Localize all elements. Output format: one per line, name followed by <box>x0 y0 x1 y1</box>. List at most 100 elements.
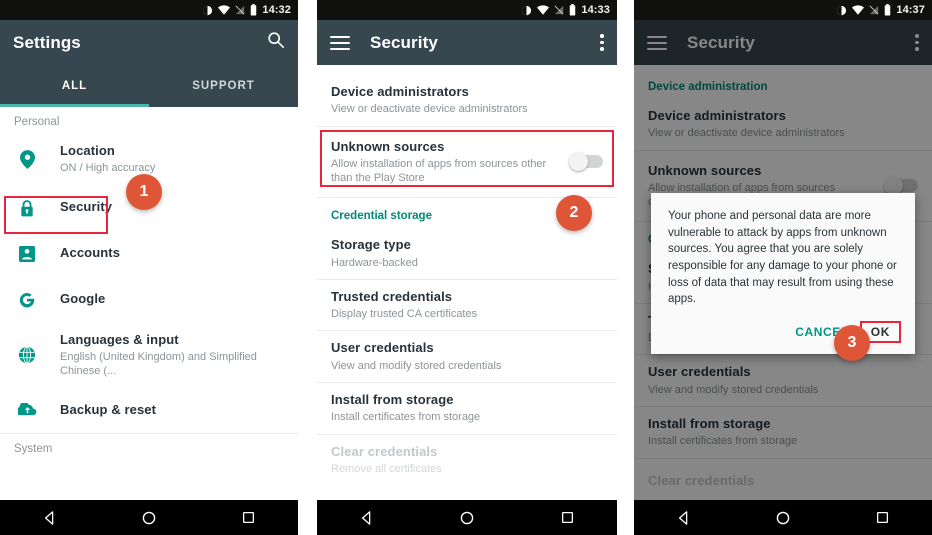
step-badge-2: 2 <box>556 195 592 231</box>
list-item-clear-credentials: Clear credentials Remove all certificate… <box>317 435 617 486</box>
list-item-text: Backup & reset <box>60 402 284 418</box>
list-item-text: Clear credentials Remove all certificate… <box>331 444 603 477</box>
battery-icon <box>251 4 257 16</box>
globe-icon <box>14 346 40 364</box>
list-item-accounts[interactable]: Accounts <box>0 231 298 277</box>
tab-bar: ALL SUPPORT <box>0 65 298 107</box>
list-item-subtitle: View and modify stored credentials <box>331 359 502 372</box>
settings-list: Personal Location ON / High accuracy Sec… <box>0 107 298 462</box>
tab-all[interactable]: ALL <box>0 65 149 107</box>
cloud-upload-icon <box>14 403 40 417</box>
back-triangle-icon[interactable] <box>43 510 57 525</box>
back-triangle-icon[interactable] <box>677 510 691 525</box>
section-header-system: System <box>14 443 53 456</box>
list-item-google[interactable]: Google <box>0 277 298 323</box>
recents-square-icon[interactable] <box>242 511 255 524</box>
wifi-icon <box>218 5 231 15</box>
status-bar: 14:37 <box>634 0 932 20</box>
list-item-subtitle: English (United Kingdom) and Simplified … <box>60 350 257 378</box>
list-item-trusted-credentials[interactable]: Trusted credentials Display trusted CA c… <box>317 280 617 331</box>
security-list: Device administrators View or deactivate… <box>317 65 617 486</box>
step-badge-3: 3 <box>834 325 870 361</box>
list-item-title: Install from storage <box>331 392 454 408</box>
recents-square-icon[interactable] <box>561 511 574 524</box>
unknown-sources-toggle[interactable] <box>569 152 603 172</box>
signal-off-icon <box>869 5 879 15</box>
list-item-subtitle: ON / High accuracy <box>60 162 156 175</box>
home-circle-icon[interactable] <box>776 511 790 525</box>
list-item-text: Security <box>60 199 284 215</box>
list-item-title: Google <box>60 291 106 307</box>
app-bar-title: Settings <box>13 32 81 52</box>
list-item-subtitle: View or deactivate device administrators <box>331 103 528 116</box>
lock-icon <box>14 199 40 217</box>
navigation-bar <box>317 500 617 535</box>
list-item-user-credentials[interactable]: User credentials View and modify stored … <box>317 331 617 382</box>
app-bar: Settings <box>0 20 298 65</box>
recents-square-icon[interactable] <box>876 511 889 524</box>
section-header-personal: Personal <box>14 116 60 128</box>
dnd-icon <box>203 5 213 15</box>
battery-icon <box>570 4 576 16</box>
toggle-knob <box>569 152 588 172</box>
navigation-bar <box>0 500 298 535</box>
dnd-icon <box>837 5 847 15</box>
list-item-title: Languages & input <box>60 331 179 347</box>
overflow-menu-icon[interactable] <box>600 31 604 54</box>
list-item-subtitle: Hardware-backed <box>331 256 418 269</box>
list-item-backup-reset[interactable]: Backup & reset <box>0 387 298 433</box>
navigation-bar <box>634 500 932 535</box>
list-item-text: Google <box>60 291 284 307</box>
list-item-text: Install from storage Install certificate… <box>331 392 603 425</box>
phone-panel-security: 14:33 Security Device administrators Vie… <box>317 0 617 535</box>
app-bar-title: Security <box>370 32 438 52</box>
hamburger-icon[interactable] <box>330 32 350 54</box>
list-item-text: Languages & input English (United Kingdo… <box>60 332 284 379</box>
signal-off-icon <box>554 5 564 15</box>
list-item-unknown-sources[interactable]: Unknown sources Allow installation of ap… <box>317 127 617 198</box>
list-item-title: Device administrators <box>331 84 469 99</box>
dialog-message: Your phone and personal data are more vu… <box>668 210 897 306</box>
three-panel-tutorial-screenshot: 14:32 Settings ALL SUPPORT Personal Loca… <box>0 0 932 535</box>
status-bar: 14:33 <box>317 0 617 20</box>
list-item-title: Storage type <box>331 237 411 253</box>
status-bar-clock: 14:37 <box>896 3 925 16</box>
home-circle-icon[interactable] <box>142 511 156 525</box>
wifi-icon <box>537 5 550 15</box>
unknown-sources-warning-dialog: Your phone and personal data are more vu… <box>651 193 915 355</box>
list-item-text: User credentials View and modify stored … <box>331 340 603 373</box>
list-item-text: Device administrators View or deactivate… <box>331 84 603 117</box>
location-pin-icon <box>14 149 40 169</box>
list-item-text: Accounts <box>60 245 284 261</box>
phone-panel-settings: 14:32 Settings ALL SUPPORT Personal Loca… <box>0 0 298 535</box>
list-item-text: Unknown sources Allow installation of ap… <box>331 139 561 186</box>
list-item-text: Location ON / High accuracy <box>60 143 284 176</box>
list-item-device-administrators[interactable]: Device administrators View or deactivate… <box>317 75 617 126</box>
list-item-subtitle: Display trusted CA certificates <box>331 308 478 321</box>
list-item-title: Backup & reset <box>60 402 157 418</box>
dnd-icon <box>522 5 532 15</box>
signal-off-icon <box>235 5 245 15</box>
list-item-languages-input[interactable]: Languages & input English (United Kingdo… <box>0 323 298 388</box>
battery-icon <box>885 4 891 16</box>
list-item-subtitle: Remove all certificates <box>331 462 442 475</box>
list-item-title: User credentials <box>331 340 434 356</box>
search-icon[interactable] <box>267 31 285 54</box>
phone-panel-security-dialog: 14:37 Security Device administration Dev… <box>634 0 932 535</box>
list-item-title: Security <box>60 199 113 215</box>
status-bar: 14:32 <box>0 0 298 20</box>
list-item-title: Unknown sources <box>331 138 445 154</box>
tab-support[interactable]: SUPPORT <box>149 65 298 107</box>
list-item-text: Trusted credentials Display trusted CA c… <box>331 289 603 322</box>
list-item-storage-type[interactable]: Storage type Hardware-backed <box>317 228 617 279</box>
home-circle-icon[interactable] <box>460 511 474 525</box>
list-item-subtitle: Allow installation of apps from sources … <box>331 157 547 185</box>
list-item-title: Accounts <box>60 245 121 261</box>
list-item-install-from-storage[interactable]: Install from storage Install certificate… <box>317 383 617 434</box>
account-box-icon <box>14 245 40 262</box>
list-item-title: Clear credentials <box>331 443 438 459</box>
list-item-title: Location <box>60 143 115 158</box>
back-triangle-icon[interactable] <box>360 510 374 525</box>
status-bar-clock: 14:33 <box>581 3 610 16</box>
app-bar: Security <box>317 20 617 65</box>
